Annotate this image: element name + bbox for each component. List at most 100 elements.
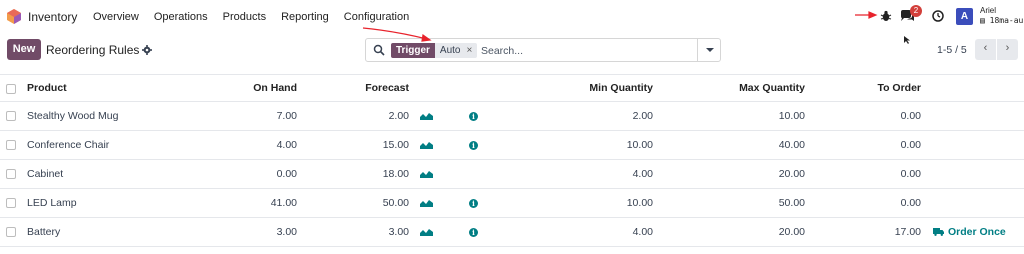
cell-min-quantity[interactable]: 4.00: [540, 160, 653, 188]
forecast-graph-button[interactable]: [420, 189, 434, 217]
info-button[interactable]: i: [469, 189, 479, 217]
cell-min-quantity[interactable]: 4.00: [540, 218, 653, 246]
column-header-min-quantity[interactable]: Min Quantity: [540, 75, 653, 101]
cell-product[interactable]: Cabinet: [27, 160, 63, 188]
chevron-left-icon: ‹: [983, 42, 988, 54]
cell-product[interactable]: Conference Chair: [27, 131, 109, 159]
table-row[interactable]: Stealthy Wood Mug 7.00 2.00 i 2.00 10.00…: [0, 102, 1024, 131]
menu-item-overview[interactable]: Overview: [93, 11, 139, 23]
search-icon[interactable]: [373, 44, 385, 56]
select-all-checkbox[interactable]: [6, 84, 16, 94]
pager-previous-button[interactable]: ‹: [975, 39, 996, 60]
table-row[interactable]: LED Lamp 41.00 50.00 i 10.00 50.00 0.00: [0, 189, 1024, 218]
search-bar: Trigger Auto ×: [365, 38, 721, 62]
cell-on-hand[interactable]: 41.00: [200, 189, 297, 217]
user-database: ▤ 18ma-au: [980, 16, 1023, 25]
menu-item-reporting[interactable]: Reporting: [281, 11, 329, 23]
cell-product[interactable]: Stealthy Wood Mug: [27, 102, 118, 130]
cell-forecast[interactable]: 2.00: [310, 102, 409, 130]
cell-max-quantity[interactable]: 20.00: [700, 218, 805, 246]
forecast-graph-button[interactable]: [420, 131, 434, 159]
table-header-row: Product On Hand Forecast Min Quantity Ma…: [0, 74, 1024, 102]
chevron-right-icon: ›: [1005, 42, 1010, 54]
cell-forecast[interactable]: 3.00: [310, 218, 409, 246]
chat-count-badge: 2: [910, 5, 922, 17]
table-row[interactable]: Battery 3.00 3.00 i 4.00 20.00 17.00 Ord…: [0, 218, 1024, 247]
graph-icon: [420, 142, 433, 149]
cell-forecast[interactable]: 18.00: [310, 160, 409, 188]
forecast-graph-button[interactable]: [420, 160, 434, 188]
row-checkbox[interactable]: [6, 227, 16, 237]
cell-max-quantity[interactable]: 40.00: [700, 131, 805, 159]
cell-forecast[interactable]: 15.00: [310, 131, 409, 159]
pager-next-button[interactable]: ›: [997, 39, 1018, 60]
reordering-rules-table: Product On Hand Forecast Min Quantity Ma…: [0, 74, 1024, 247]
forecast-graph-button[interactable]: [420, 102, 434, 130]
info-icon: i: [469, 198, 478, 208]
clock-icon[interactable]: [932, 10, 944, 22]
top-navbar: Inventory Overview Operations Products R…: [0, 0, 1024, 33]
facet-value: Auto: [439, 45, 461, 56]
row-checkbox[interactable]: [6, 111, 16, 121]
row-checkbox[interactable]: [6, 198, 16, 208]
column-header-max-quantity[interactable]: Max Quantity: [700, 75, 805, 101]
cell-max-quantity[interactable]: 10.00: [700, 102, 805, 130]
row-checkbox[interactable]: [6, 169, 16, 179]
cell-on-hand[interactable]: 4.00: [200, 131, 297, 159]
cell-min-quantity[interactable]: 2.00: [540, 102, 653, 130]
cell-max-quantity[interactable]: 20.00: [700, 160, 805, 188]
facet-value-container: Auto ×: [434, 43, 478, 58]
cell-max-quantity[interactable]: 50.00: [700, 189, 805, 217]
truck-icon: [933, 228, 944, 236]
menu-item-products[interactable]: Products: [223, 11, 266, 23]
inventory-logo-icon[interactable]: [7, 9, 21, 24]
gear-icon[interactable]: [142, 45, 152, 55]
search-input[interactable]: [481, 43, 691, 58]
facet-name: Trigger: [391, 43, 435, 58]
bug-icon[interactable]: [880, 10, 892, 22]
cell-on-hand[interactable]: 7.00: [200, 102, 297, 130]
caret-down-icon: [706, 48, 714, 52]
cell-to-order[interactable]: 0.00: [830, 131, 921, 159]
info-button[interactable]: i: [469, 218, 479, 246]
app-name[interactable]: Inventory: [28, 10, 77, 24]
cell-product[interactable]: LED Lamp: [27, 189, 77, 217]
user-name[interactable]: Ariel: [980, 6, 996, 15]
table-row[interactable]: Conference Chair 4.00 15.00 i 10.00 40.0…: [0, 131, 1024, 160]
new-button[interactable]: New: [7, 39, 41, 60]
pager-value[interactable]: 1-5 / 5: [937, 44, 967, 56]
table-row[interactable]: Cabinet 0.00 18.00 4.00 20.00 0.00: [0, 160, 1024, 189]
menu-item-configuration[interactable]: Configuration: [344, 11, 409, 23]
cell-min-quantity[interactable]: 10.00: [540, 189, 653, 217]
cell-to-order[interactable]: 17.00: [830, 218, 921, 246]
cell-to-order[interactable]: 0.00: [830, 160, 921, 188]
column-header-forecast[interactable]: Forecast: [310, 75, 409, 101]
info-button[interactable]: i: [469, 102, 479, 130]
cell-forecast[interactable]: 50.00: [310, 189, 409, 217]
graph-icon: [420, 171, 433, 178]
cell-to-order[interactable]: 0.00: [830, 189, 921, 217]
column-header-on-hand[interactable]: On Hand: [200, 75, 297, 101]
cell-on-hand[interactable]: 0.00: [200, 160, 297, 188]
facet-remove-icon[interactable]: ×: [466, 43, 472, 58]
row-checkbox[interactable]: [6, 140, 16, 150]
order-once-label: Order Once: [948, 226, 1006, 238]
avatar[interactable]: A: [956, 8, 973, 25]
info-icon: i: [469, 227, 478, 237]
main-menu: Overview Operations Products Reporting C…: [93, 11, 424, 23]
info-icon: i: [469, 140, 478, 150]
cell-product[interactable]: Battery: [27, 218, 60, 246]
mouse-cursor-icon: [904, 36, 910, 44]
database-icon: ▤: [980, 16, 985, 25]
search-options-toggle[interactable]: [697, 39, 721, 61]
column-header-product[interactable]: Product: [27, 75, 67, 101]
order-once-button[interactable]: Order Once: [933, 218, 1006, 246]
cell-on-hand[interactable]: 3.00: [200, 218, 297, 246]
user-database-label: 18ma-au: [989, 16, 1024, 25]
column-header-to-order[interactable]: To Order: [830, 75, 921, 101]
info-button[interactable]: i: [469, 131, 479, 159]
forecast-graph-button[interactable]: [420, 218, 434, 246]
cell-min-quantity[interactable]: 10.00: [540, 131, 653, 159]
menu-item-operations[interactable]: Operations: [154, 11, 208, 23]
cell-to-order[interactable]: 0.00: [830, 102, 921, 130]
